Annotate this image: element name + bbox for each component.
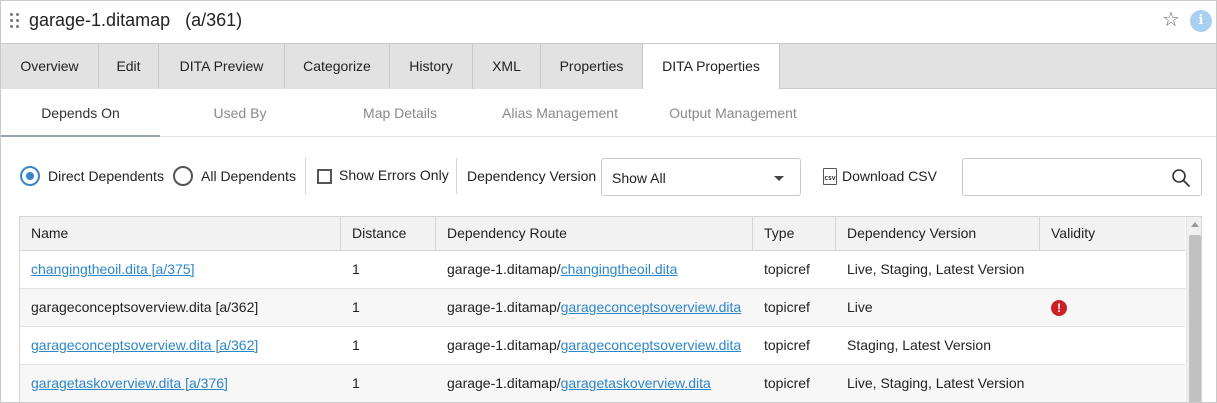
tab-dita-preview[interactable]: DITA Preview: [159, 44, 285, 89]
table-row: garagetaskoverview.dita [a/376] 1 garage…: [20, 365, 1185, 402]
dependency-version-select[interactable]: Show All: [601, 158, 801, 196]
vertical-scrollbar[interactable]: [1186, 217, 1201, 402]
tab-edit[interactable]: Edit: [99, 44, 159, 89]
dependency-version-label: Dependency Version: [467, 168, 597, 184]
show-errors-label[interactable]: Show Errors Only: [339, 167, 449, 183]
search-input[interactable]: [962, 158, 1202, 196]
subtab-depends-on[interactable]: Depends On: [1, 89, 160, 137]
asset-id: (a/361): [185, 10, 243, 30]
column-header-dependency-route[interactable]: Dependency Route: [436, 217, 753, 251]
route-link[interactable]: garageconceptsoverview.dita: [561, 299, 742, 315]
table-row: garageconceptsoverview.dita [a/362] 1 ga…: [20, 327, 1185, 365]
asset-link[interactable]: changingtheoil.dita [a/375]: [31, 261, 194, 277]
table-header: Name Distance Dependency Route Type Depe…: [20, 217, 1185, 251]
type-cell: topicref: [764, 337, 810, 353]
info-icon[interactable]: i: [1190, 10, 1212, 32]
distance-cell: 1: [352, 299, 360, 315]
subtab-map-details[interactable]: Map Details: [320, 89, 480, 137]
distance-cell: 1: [352, 375, 360, 391]
scroll-up-arrow-icon[interactable]: [1191, 222, 1199, 227]
route-prefix: garage-1.ditamap/: [447, 337, 561, 353]
tab-overview[interactable]: Overview: [1, 44, 99, 89]
column-header-name[interactable]: Name: [20, 217, 341, 251]
validity-cell: [1040, 327, 1185, 364]
download-csv-button[interactable]: Download CSV: [842, 168, 937, 184]
version-cell: Live, Staging, Latest Version: [847, 261, 1025, 277]
drag-handle-icon[interactable]: [9, 13, 21, 31]
tab-dita-properties[interactable]: DITA Properties: [643, 44, 780, 90]
tab-xml[interactable]: XML: [473, 44, 541, 89]
main-tabs: Overview Edit DITA Preview Categorize Hi…: [1, 43, 1216, 90]
all-dependents-radio[interactable]: [173, 166, 193, 186]
tab-categorize[interactable]: Categorize: [285, 44, 390, 89]
type-cell: topicref: [764, 299, 810, 315]
direct-dependents-radio[interactable]: [20, 166, 40, 186]
sub-tabs: Depends On Used By Map Details Alias Man…: [1, 89, 1216, 137]
subtab-alias-management[interactable]: Alias Management: [480, 89, 640, 137]
divider: [305, 158, 306, 194]
asset-name: garageconceptsoverview.dita [a/362]: [31, 299, 259, 315]
version-cell: Live, Staging, Latest Version: [847, 375, 1025, 391]
type-cell: topicref: [764, 375, 810, 391]
route-link[interactable]: garagetaskoverview.dita: [561, 375, 711, 391]
version-cell: Staging, Latest Version: [847, 337, 991, 353]
validity-cell: [1040, 251, 1185, 288]
search-icon[interactable]: [1171, 168, 1191, 188]
route-prefix: garage-1.ditamap/: [447, 299, 561, 315]
route-link[interactable]: changingtheoil.dita: [561, 261, 678, 277]
show-errors-checkbox[interactable]: [317, 169, 332, 184]
csv-file-icon[interactable]: CSV: [823, 168, 837, 185]
chevron-down-icon: [774, 176, 784, 181]
dependency-version-value: Show All: [612, 170, 666, 186]
type-cell: topicref: [764, 261, 810, 277]
table-row: garageconceptsoverview.dita [a/362] 1 ga…: [20, 289, 1185, 327]
column-header-type[interactable]: Type: [753, 217, 836, 251]
column-header-dependency-version[interactable]: Dependency Version: [836, 217, 1040, 251]
validity-cell: [1040, 365, 1185, 402]
validity-cell: !: [1040, 289, 1185, 326]
tab-properties[interactable]: Properties: [541, 44, 643, 89]
error-icon[interactable]: !: [1051, 300, 1067, 316]
page-title: garage-1.ditamap (a/361): [29, 10, 242, 31]
distance-cell: 1: [352, 337, 360, 353]
scrollbar-thumb[interactable]: [1189, 235, 1201, 402]
direct-dependents-label[interactable]: Direct Dependents: [48, 168, 164, 184]
distance-cell: 1: [352, 261, 360, 277]
table-row: changingtheoil.dita [a/375] 1 garage-1.d…: [20, 251, 1185, 289]
version-cell: Live: [847, 299, 873, 315]
column-header-distance[interactable]: Distance: [341, 217, 436, 251]
subtab-output-management[interactable]: Output Management: [640, 89, 826, 137]
subtab-used-by[interactable]: Used By: [160, 89, 320, 137]
asset-title: garage-1.ditamap: [29, 10, 171, 30]
route-prefix: garage-1.ditamap/: [447, 261, 561, 277]
tab-history[interactable]: History: [390, 44, 473, 89]
column-header-validity[interactable]: Validity: [1040, 217, 1185, 251]
all-dependents-label[interactable]: All Dependents: [201, 168, 296, 184]
star-outline-icon[interactable]: ☆: [1159, 7, 1183, 33]
asset-link[interactable]: garageconceptsoverview.dita [a/362]: [31, 337, 258, 353]
filter-toolbar: Direct Dependents All Dependents Show Er…: [1, 138, 1216, 216]
route-prefix: garage-1.ditamap/: [447, 375, 561, 391]
asset-window: garage-1.ditamap (a/361) ☆ i Overview Ed…: [0, 0, 1217, 403]
divider: [456, 158, 457, 194]
route-link[interactable]: garageconceptsoverview.dita: [561, 337, 742, 353]
dependencies-table: Name Distance Dependency Route Type Depe…: [19, 216, 1202, 402]
title-bar: garage-1.ditamap (a/361) ☆ i: [1, 1, 1216, 43]
asset-link[interactable]: garagetaskoverview.dita [a/376]: [31, 375, 228, 391]
